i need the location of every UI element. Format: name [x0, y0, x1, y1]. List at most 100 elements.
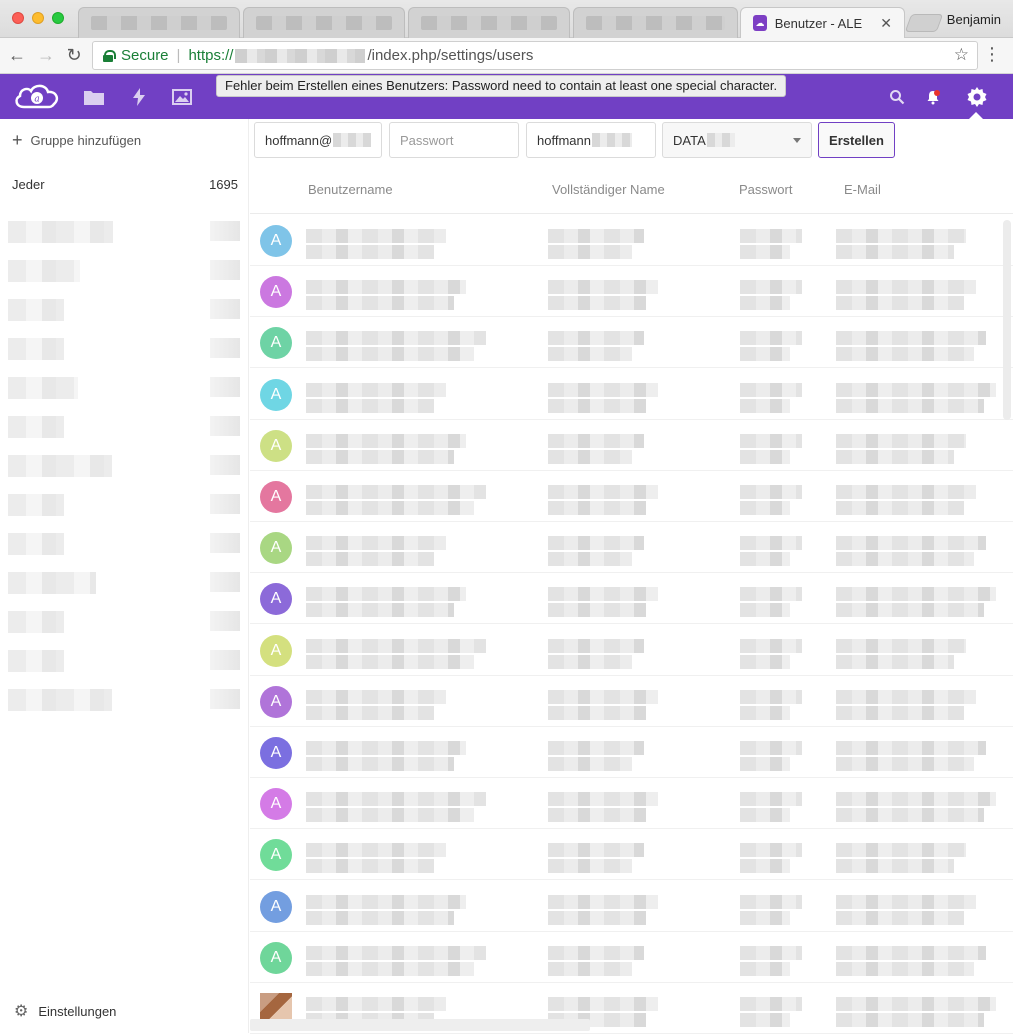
profile-name[interactable]: Benjamin	[947, 12, 1001, 27]
column-header-email[interactable]: E-Mail	[844, 182, 881, 197]
redacted-cell	[306, 382, 446, 397]
redacted-cell	[740, 997, 802, 1011]
horizontal-scrollbar[interactable]	[250, 1019, 590, 1031]
search-icon[interactable]	[886, 86, 908, 108]
column-header-username[interactable]: Benutzername	[308, 182, 393, 197]
redacted-group-name	[8, 572, 96, 594]
redacted-cell	[306, 859, 434, 874]
group-item[interactable]	[8, 644, 240, 678]
maximize-window-button[interactable]	[52, 12, 64, 24]
redacted-cell	[548, 997, 658, 1011]
redacted-cell	[548, 449, 632, 464]
table-row[interactable]: A	[250, 829, 1013, 881]
group-item[interactable]	[8, 566, 240, 600]
redacted-cell	[306, 945, 486, 960]
browser-tab-active[interactable]: ☁ Benutzer - ALE Own ✕	[740, 7, 905, 38]
column-header-fullname[interactable]: Vollständiger Name	[552, 182, 665, 197]
group-item[interactable]	[8, 410, 240, 444]
browser-menu-icon[interactable]: ⋮	[983, 44, 1001, 65]
group-item[interactable]	[8, 449, 240, 483]
notifications-icon[interactable]	[922, 86, 944, 108]
column-header-password[interactable]: Passwort	[739, 182, 792, 197]
tab-close-icon[interactable]: ✕	[880, 15, 892, 32]
browser-tab[interactable]	[243, 7, 405, 38]
redacted-cell	[306, 485, 486, 499]
displayname-field[interactable]: hoffmann	[526, 122, 656, 158]
redacted-cell	[836, 501, 964, 515]
group-item[interactable]	[8, 332, 240, 366]
avatar: A	[260, 634, 292, 667]
redacted-cell	[836, 894, 976, 909]
redacted-cell	[740, 894, 802, 909]
redacted-group-name	[8, 533, 64, 555]
group-item[interactable]	[8, 605, 240, 639]
vertical-scrollbar[interactable]	[1003, 220, 1011, 420]
redacted-cell	[740, 449, 790, 464]
error-notification: Fehler beim Erstellen eines Benutzers: P…	[216, 75, 787, 97]
browser-tab[interactable]	[573, 7, 738, 38]
group-item[interactable]	[8, 527, 240, 561]
group-item[interactable]	[8, 254, 240, 288]
activity-icon[interactable]	[128, 86, 150, 108]
redacted-cell	[836, 536, 986, 551]
redacted-cell	[548, 741, 644, 755]
table-row[interactable]: A	[250, 573, 1013, 625]
new-tab-button[interactable]	[904, 14, 944, 32]
table-row[interactable]: A	[250, 266, 1013, 318]
redacted-cell	[836, 997, 996, 1011]
table-row[interactable]: A	[250, 317, 1013, 369]
settings-link[interactable]: ⚙ Einstellungen	[14, 1001, 116, 1021]
table-row[interactable]: A	[250, 727, 1013, 778]
minimize-window-button[interactable]	[32, 12, 44, 24]
avatar: A	[260, 583, 292, 616]
table-row[interactable]: A	[250, 369, 1013, 420]
redacted-cell	[836, 433, 966, 448]
table-row[interactable]: A	[250, 932, 1013, 983]
redacted-cell	[548, 792, 658, 807]
logo-icon[interactable]: a	[12, 82, 62, 112]
url-separator: |	[176, 47, 181, 64]
table-row[interactable]: A	[250, 778, 1013, 830]
redacted-group-name	[8, 689, 112, 711]
redacted-cell	[740, 229, 802, 243]
password-field[interactable]: Passwort	[389, 122, 519, 158]
table-row[interactable]: A	[250, 625, 1013, 676]
group-item[interactable]	[8, 683, 240, 717]
table-row[interactable]: A	[250, 676, 1013, 727]
table-row[interactable]: A	[250, 215, 1013, 266]
close-window-button[interactable]	[12, 12, 24, 24]
add-group-button[interactable]: + Gruppe hinzufügen	[12, 131, 141, 149]
avatar: A	[260, 737, 292, 769]
group-select[interactable]: DATA	[662, 122, 812, 158]
table-row[interactable]: A	[250, 471, 1013, 522]
username-field[interactable]: hoffmann@	[254, 122, 382, 158]
redacted-cell	[306, 331, 486, 346]
group-item[interactable]	[8, 371, 240, 405]
group-item[interactable]	[8, 293, 240, 327]
redacted-cell	[306, 808, 474, 823]
address-bar[interactable]: Secure | https:// /index.php/settings/us…	[92, 41, 978, 70]
back-icon[interactable]: ←	[6, 44, 28, 66]
redacted-cell	[836, 347, 974, 362]
browser-tab[interactable]	[408, 7, 570, 38]
files-icon[interactable]	[83, 86, 105, 108]
table-row[interactable]: A	[250, 881, 1013, 932]
tab-title: Benutzer - ALE Own	[774, 15, 865, 31]
group-item[interactable]	[8, 488, 240, 522]
browser-tab[interactable]	[78, 7, 240, 38]
bookmark-star-icon[interactable]: ☆	[954, 45, 969, 65]
table-row[interactable]: A	[250, 420, 1013, 471]
reload-icon[interactable]: ↻	[63, 44, 85, 66]
table-row[interactable]: A	[250, 522, 1013, 574]
redacted-cell	[548, 945, 644, 960]
group-everyone[interactable]: Jeder 1695	[12, 177, 238, 192]
gallery-icon[interactable]	[171, 86, 193, 108]
settings-link-label: Einstellungen	[38, 1003, 117, 1019]
redacted-cell	[306, 689, 446, 704]
create-user-button[interactable]: Erstellen	[818, 122, 895, 158]
settings-icon[interactable]	[966, 86, 988, 108]
redacted-cell	[306, 245, 434, 259]
forward-icon[interactable]: →	[35, 44, 57, 66]
group-item[interactable]	[8, 215, 240, 249]
redacted-cell	[740, 638, 802, 653]
